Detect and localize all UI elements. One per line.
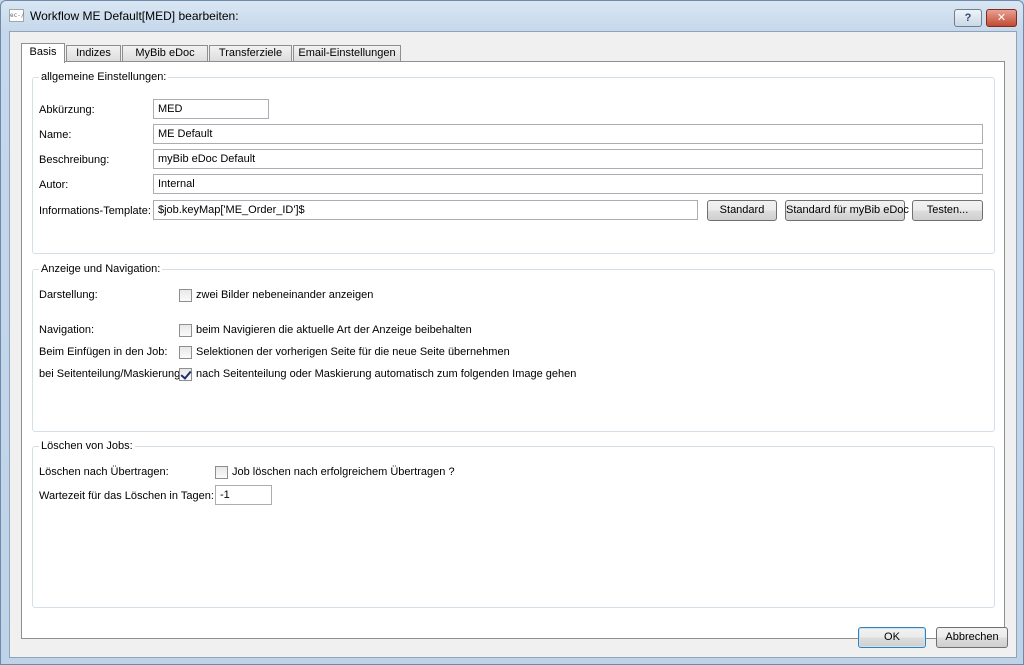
auto-next-image-checkbox[interactable] (179, 368, 192, 381)
group-general-settings: allgemeine Einstellungen: Abkürzung: MED… (32, 71, 995, 254)
close-button[interactable]: ✕ (986, 9, 1017, 27)
author-label: Autor: (39, 179, 69, 191)
group-title-delete: Löschen von Jobs: (39, 440, 135, 452)
group-title-general: allgemeine Einstellungen: (39, 71, 169, 83)
dialog-client: Basis Indizes MyBib eDoc Transferziele E… (9, 31, 1017, 658)
abbreviation-input[interactable]: MED (153, 99, 269, 119)
keep-view-checkbox[interactable] (179, 324, 192, 337)
test-button[interactable]: Testen... (912, 200, 983, 221)
wait-days-label: Wartezeit für das Löschen in Tagen: (39, 490, 214, 502)
group-display-navigation: Anzeige und Navigation: Darstellung: zwe… (32, 263, 995, 432)
tab-transferziele[interactable]: Transferziele (209, 45, 292, 62)
delete-after-transfer-checkbox-label[interactable]: Job löschen nach erfolgreichem Übertrage… (232, 466, 455, 478)
delete-after-transfer-label: Löschen nach Übertragen: (39, 466, 169, 478)
ok-button[interactable]: OK (858, 627, 926, 648)
help-button[interactable]: ? (954, 9, 982, 27)
group-title-display: Anzeige und Navigation: (39, 263, 163, 275)
cancel-button[interactable]: Abbrechen (936, 627, 1008, 648)
author-input[interactable]: Internal (153, 174, 983, 194)
tab-mybib-edoc[interactable]: MyBib eDoc (122, 45, 208, 62)
copy-selection-checkbox[interactable] (179, 346, 192, 359)
wait-days-input[interactable]: -1 (215, 485, 272, 505)
title-bar[interactable]: ec-/ Workflow ME Default[MED] bearbeiten… (1, 1, 1023, 31)
tab-basis[interactable]: Basis (21, 43, 65, 63)
description-label: Beschreibung: (39, 154, 110, 166)
tab-email-einstellungen[interactable]: Email-Einstellungen (293, 45, 401, 62)
standard-mybib-button[interactable]: Standard für myBib eDoc (785, 200, 909, 221)
template-label: Informations-Template: (39, 205, 151, 217)
template-input[interactable]: $job.keyMap['ME_Order_ID']$ (153, 200, 698, 220)
delete-after-transfer-checkbox[interactable] (215, 466, 228, 479)
app-icon: ec-/ (9, 9, 24, 22)
split-mask-label: bei Seitenteilung/Maskierung (39, 368, 181, 380)
name-label: Name: (39, 129, 72, 141)
tab-panel-basis: allgemeine Einstellungen: Abkürzung: MED… (21, 61, 1005, 639)
description-input[interactable]: myBib eDoc Default (153, 149, 983, 169)
navigation-label: Navigation: (39, 324, 95, 336)
side-by-side-checkbox[interactable] (179, 289, 192, 302)
dialog-window: ec-/ Workflow ME Default[MED] bearbeiten… (0, 0, 1024, 665)
name-input[interactable]: ME Default (153, 124, 983, 144)
auto-next-image-checkbox-label[interactable]: nach Seitenteilung oder Maskierung autom… (196, 368, 576, 380)
group-delete-jobs: Löschen von Jobs: Löschen nach Übertrage… (32, 440, 995, 608)
insert-label: Beim Einfügen in den Job: (39, 346, 168, 358)
window-title: Workflow ME Default[MED] bearbeiten: (30, 9, 239, 23)
tab-indizes[interactable]: Indizes (66, 45, 121, 62)
standard-button[interactable]: Standard (707, 200, 777, 221)
abbreviation-label: Abkürzung: (39, 104, 95, 116)
side-by-side-checkbox-label[interactable]: zwei Bilder nebeneinander anzeigen (196, 289, 373, 301)
copy-selection-checkbox-label[interactable]: Selektionen der vorherigen Seite für die… (196, 346, 510, 358)
keep-view-checkbox-label[interactable]: beim Navigieren die aktuelle Art der Anz… (196, 324, 472, 336)
darstellung-label: Darstellung: (39, 289, 98, 301)
